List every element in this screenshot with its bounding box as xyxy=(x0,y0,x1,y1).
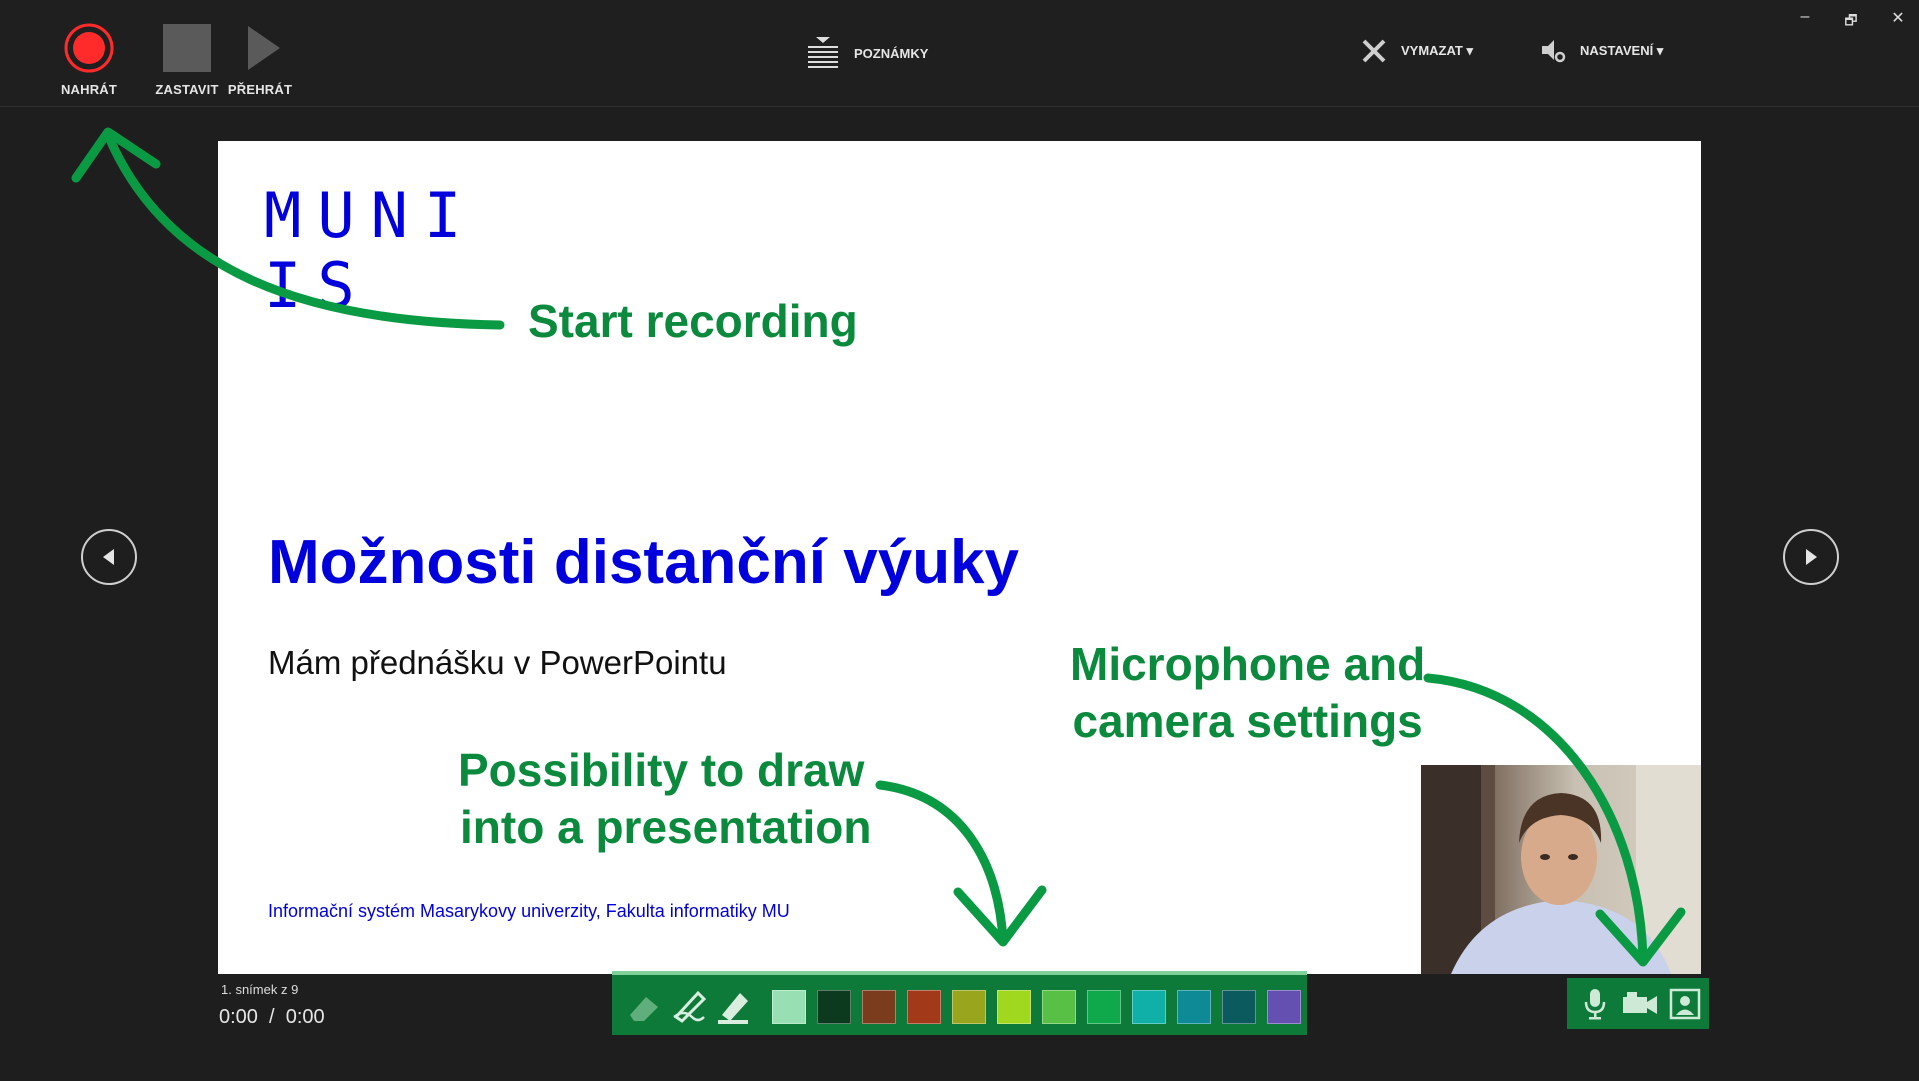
notes-icon xyxy=(808,37,838,68)
media-controls xyxy=(1567,978,1709,1029)
slide-title: Možnosti distanční výuky xyxy=(268,528,1020,597)
annotation-draw-line1: Possibility to draw xyxy=(458,744,865,796)
clear-x-icon xyxy=(1362,39,1386,63)
record-button[interactable]: NAHRÁT xyxy=(58,22,120,97)
eraser-icon[interactable] xyxy=(626,989,664,1025)
close-button[interactable]: ✕ xyxy=(1883,8,1913,28)
chevron-left-icon xyxy=(103,549,114,565)
clear-button[interactable]: VYMAZAT ▾ xyxy=(1361,38,1473,64)
clear-label: VYMAZAT ▾ xyxy=(1401,43,1474,58)
play-label: PŘEHRÁT xyxy=(227,82,293,97)
previous-slide-button[interactable] xyxy=(81,529,137,585)
ink-color-swatch[interactable] xyxy=(817,990,851,1024)
ink-toolbar xyxy=(612,971,1307,1035)
notes-button[interactable]: POZNÁMKY xyxy=(806,36,928,70)
ink-color-swatch[interactable] xyxy=(907,990,941,1024)
ink-color-swatch[interactable] xyxy=(1087,990,1121,1024)
ink-color-swatch[interactable] xyxy=(1132,990,1166,1024)
stop-icon xyxy=(163,24,211,72)
speaker-settings-icon xyxy=(1542,40,1566,63)
annotation-draw: Possibility to draw into a presentation xyxy=(458,742,871,856)
stop-label: ZASTAVIT xyxy=(155,82,219,97)
record-icon xyxy=(64,23,114,73)
play-button[interactable]: PŘEHRÁT xyxy=(227,22,293,97)
slide-subtitle: Mám přednášku v PowerPointu xyxy=(268,644,727,681)
recording-toolbar: NAHRÁT ZASTAVIT PŘEHRÁT POZNÁMKY VYMAZAT… xyxy=(0,0,1919,107)
slide-footer: Informační systém Masarykovy univerzity,… xyxy=(268,901,790,921)
ink-color-swatch[interactable] xyxy=(997,990,1031,1024)
annotation-start-recording: Start recording xyxy=(528,295,858,347)
recording-time: 0:00 / 0:00 xyxy=(219,1006,325,1028)
minimize-button[interactable]: – xyxy=(1790,8,1820,26)
ink-color-swatch[interactable] xyxy=(772,990,806,1024)
ink-color-swatch[interactable] xyxy=(1267,990,1301,1024)
annotation-mic-line2: camera settings xyxy=(1072,695,1423,747)
annotation-mic-camera: Microphone and camera settings xyxy=(1070,636,1425,750)
presenter-image xyxy=(1421,765,1701,974)
play-icon xyxy=(248,26,280,70)
notes-label: POZNÁMKY xyxy=(854,45,929,61)
pen-icon[interactable] xyxy=(670,987,708,1025)
record-label: NAHRÁT xyxy=(60,82,118,97)
stop-button[interactable]: ZASTAVIT xyxy=(152,22,222,97)
camera-icon[interactable] xyxy=(1621,990,1659,1018)
settings-button[interactable]: NASTAVENÍ ▾ xyxy=(1540,38,1663,64)
microphone-icon[interactable] xyxy=(1583,988,1607,1020)
annotation-draw-line2: into a presentation xyxy=(460,801,872,853)
camera-preview-icon[interactable] xyxy=(1669,988,1701,1020)
ink-color-swatch[interactable] xyxy=(1222,990,1256,1024)
restore-button[interactable]: 🗗 xyxy=(1836,10,1866,34)
ink-color-swatch[interactable] xyxy=(862,990,896,1024)
ink-color-swatch[interactable] xyxy=(1177,990,1211,1024)
annotation-mic-line1: Microphone and xyxy=(1070,638,1426,690)
camera-preview xyxy=(1421,765,1701,974)
ink-color-swatch[interactable] xyxy=(1042,990,1076,1024)
arrow-head-record xyxy=(71,127,161,183)
next-slide-button[interactable] xyxy=(1783,529,1839,585)
muni-logo: MUNI IS xyxy=(264,181,477,321)
logo-line-muni: MUNI xyxy=(264,179,478,252)
highlighter-icon[interactable] xyxy=(714,987,752,1025)
ink-color-swatch[interactable] xyxy=(952,990,986,1024)
logo-line-is: IS xyxy=(264,249,371,322)
settings-label: NASTAVENÍ ▾ xyxy=(1580,43,1664,58)
slide-counter: 1. snímek z 9 xyxy=(221,982,299,997)
chevron-right-icon xyxy=(1806,549,1817,565)
slide-canvas[interactable]: MUNI IS Možnosti distanční výuky Mám pře… xyxy=(218,141,1701,974)
